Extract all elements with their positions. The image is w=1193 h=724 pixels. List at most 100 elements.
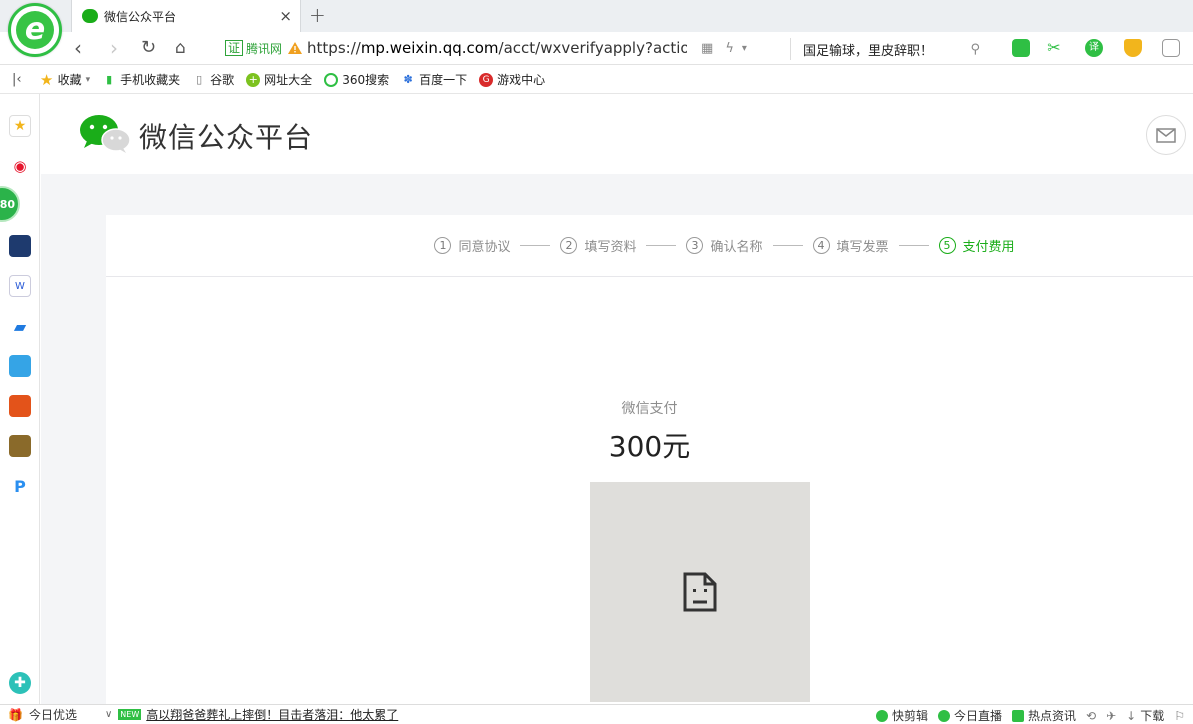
search-icon[interactable]: ⚲: [970, 42, 980, 57]
word-doc-icon[interactable]: W: [9, 275, 31, 297]
tab-title: 微信公众平台: [104, 9, 177, 24]
mail-icon: [1156, 127, 1176, 143]
live-label: 今日直播: [954, 709, 1003, 723]
phone-icon: ▮: [106, 73, 113, 86]
bookmark-label: 360搜索: [342, 73, 390, 87]
mp-header: 微信公众平台: [41, 94, 1193, 174]
weibo-icon[interactable]: ◉: [9, 155, 31, 177]
news-icon: [1012, 709, 1025, 722]
tab-wechat-mp[interactable]: 微信公众平台 ×: [71, 0, 301, 32]
wechat-tab-icon: [82, 9, 98, 23]
step-divider: [772, 245, 803, 246]
refresh-icon[interactable]: ↻: [141, 36, 156, 60]
today-label: 今日优选: [28, 708, 77, 722]
game-app-icon[interactable]: [9, 355, 31, 377]
browser-e-icon: e: [16, 11, 54, 49]
cert-badge-icon: 证: [225, 40, 244, 56]
today-picks[interactable]: 🎁 今日优选: [8, 706, 77, 723]
cert-label[interactable]: 腾讯网: [246, 40, 282, 57]
pin-icon[interactable]: ✈: [1106, 709, 1116, 723]
mail-button[interactable]: [1146, 115, 1186, 155]
forward-icon[interactable]: ›: [110, 36, 118, 60]
game-app-icon[interactable]: [9, 435, 31, 457]
browser-logo[interactable]: e: [8, 3, 62, 57]
page-content: 微信公众平台 1 同意协议 2 填写资料 3 确认名称 4 填写发票 5 支付费用 微信支…: [41, 94, 1193, 704]
url-field[interactable]: 证 腾讯网 https://mp.weixin.qq.com/acct/wxve…: [225, 36, 785, 60]
step-number: 1: [434, 237, 452, 254]
game-app-icon[interactable]: [9, 395, 31, 417]
left-sidebar: ★ ◉ 80 W ▰ P ✚: [0, 94, 40, 704]
qrcode-icon[interactable]: ▦: [701, 41, 713, 56]
browser-window: 微信公众平台 × + e ‹ › ↻ ⌂ 证 腾讯网 https://mp.we…: [0, 0, 1193, 724]
search-box[interactable]: 国足输球，里皮辞职！ ⚲: [790, 38, 990, 60]
sports-app-icon[interactable]: [9, 235, 31, 257]
bookmark-label: 手机收藏夹: [120, 73, 181, 87]
bookmark-label: 百度一下: [419, 73, 468, 87]
step-agree: 1 同意协议: [434, 236, 510, 255]
bookmark-label: 网址大全: [264, 73, 313, 87]
step-confirm-name: 3 确认名称: [686, 236, 763, 255]
step-fill-info: 2 填写资料: [560, 236, 636, 255]
bookmark-baidu[interactable]: ✽ 百度一下: [401, 71, 467, 88]
hot-label: 热点资讯: [1028, 709, 1077, 723]
plus-icon: +: [246, 72, 261, 87]
step-progress: 1 同意协议 2 填写资料 3 确认名称 4 填写发票 5 支付费用: [106, 215, 1193, 277]
search-hint[interactable]: 国足输球，里皮辞职！: [803, 40, 970, 59]
chat-bubble-icon[interactable]: ▰: [9, 315, 31, 337]
step-divider: [520, 245, 551, 246]
live-item[interactable]: 今日直播: [938, 707, 1002, 724]
home-icon[interactable]: ⌂: [175, 36, 186, 60]
step-payment: 5 支付费用: [938, 236, 1015, 255]
broken-image-icon: [683, 572, 717, 612]
bookmark-games[interactable]: G 游戏中心: [479, 71, 545, 88]
bookmark-favorites[interactable]: ★ 收藏 ▾: [39, 70, 90, 89]
collapse-sidebar-icon[interactable]: |‹: [12, 72, 22, 87]
download-label: 下载: [1140, 709, 1165, 723]
flag-icon[interactable]: ⚐: [1174, 709, 1185, 723]
quick-cut-item[interactable]: 快剪辑: [875, 707, 928, 724]
bookmark-mobile[interactable]: ▮ 手机收藏夹: [102, 71, 180, 88]
speedup-icon[interactable]: ⟲: [1086, 709, 1096, 723]
translate-icon[interactable]: 译: [1085, 39, 1103, 57]
url-path: /acct/wxverifyapply?action=inc: [498, 39, 688, 57]
bookmark-directory[interactable]: + 网址大全: [246, 71, 312, 88]
speed-ball-badge[interactable]: 80: [0, 186, 20, 222]
url-text[interactable]: https://mp.weixin.qq.com/acct/wxverifyap…: [307, 39, 687, 57]
payment-amount: 300元: [608, 430, 691, 463]
extension-green-icon[interactable]: [1012, 39, 1030, 57]
bookmarks-bar: |‹ ★ 收藏 ▾ ▮ 手机收藏夹 ▯ 谷歌 + 网址大全 360搜索 ✽ 百度一下 G 游戏…: [0, 66, 1193, 94]
shield-icon[interactable]: [1124, 39, 1142, 57]
hot-news-item[interactable]: 热点资讯: [1012, 707, 1076, 724]
back-icon[interactable]: ‹: [74, 36, 82, 60]
step-label: 填写发票: [836, 240, 889, 255]
bookmark-360-search[interactable]: 360搜索: [324, 71, 389, 88]
new-tab-button[interactable]: +: [309, 3, 326, 27]
wechat-logo-icon: [80, 115, 131, 153]
chevron-down-icon[interactable]: ▾: [742, 43, 747, 54]
image-icon[interactable]: [1162, 39, 1180, 57]
speed-mode-icon[interactable]: ϟ: [725, 41, 734, 56]
address-bar: ‹ › ↻ ⌂ 证 腾讯网 https://mp.weixin.qq.com/a…: [0, 32, 1193, 65]
warning-lock-icon: [288, 42, 303, 54]
step-label: 同意协议: [458, 240, 511, 255]
step-divider: [646, 245, 677, 246]
page-title: 微信公众平台: [139, 121, 314, 154]
tab-close-icon[interactable]: ×: [279, 7, 292, 25]
app-p-icon[interactable]: P: [9, 475, 31, 497]
tab-strip: 微信公众平台 × +: [0, 0, 1193, 32]
step-number: 3: [686, 237, 704, 254]
add-service-icon[interactable]: ✚: [9, 672, 31, 694]
gift-icon: 🎁: [8, 707, 23, 722]
step-label: 确认名称: [710, 240, 763, 255]
chevron-down-icon[interactable]: ∨: [105, 709, 112, 720]
bookmark-google[interactable]: ▯ 谷歌: [192, 71, 234, 88]
verify-card: 1 同意协议 2 填写资料 3 确认名称 4 填写发票 5 支付费用 微信支付 300元: [106, 215, 1193, 704]
download-item[interactable]: ↓ 下载: [1126, 707, 1164, 724]
bookmark-label: 游戏中心: [497, 73, 546, 87]
scissors-icon[interactable]: ✂: [1045, 39, 1063, 57]
news-ticker-link[interactable]: 高以翔爸爸葬礼上摔倒！目击者落泪：他太累了: [146, 706, 398, 723]
star-icon: ★: [39, 70, 54, 89]
search-360-icon: [324, 72, 339, 87]
url-domain: mp.weixin.qq.com: [360, 39, 499, 57]
favorites-star-icon[interactable]: ★: [9, 115, 31, 137]
